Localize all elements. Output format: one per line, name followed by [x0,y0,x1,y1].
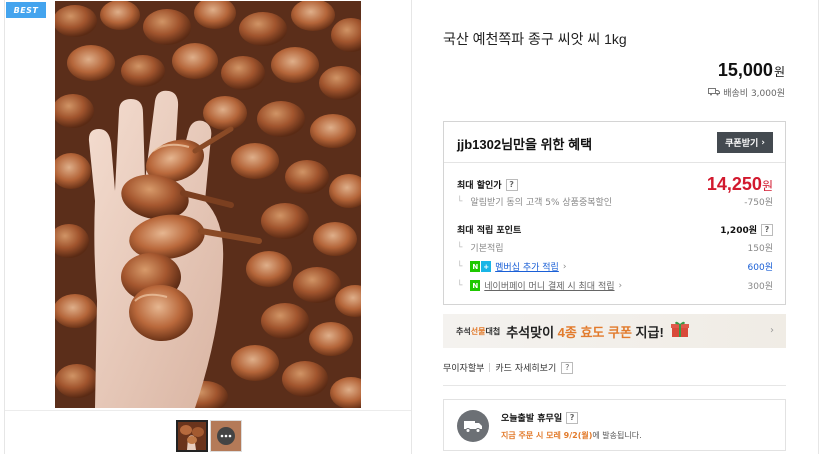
max-points-value: 1,200원 [720,226,757,236]
membership-points-row: └ N + 멤버십 추가 적립 › 600원 [457,260,773,273]
chevron-right-icon: › [770,325,774,336]
chevron-right-icon: › [761,137,765,148]
product-price: 15,000원 [718,60,785,81]
npay-link[interactable]: 네이버페이 머니 결제 시 최대 적립 [484,279,614,292]
naver-pay-icon: N [470,280,481,291]
thumbnail-shallot-photo[interactable] [176,420,208,452]
coupon-button-label: 쿠폰받기 [725,139,759,149]
product-info-panel: 국산 예천쪽파 종구 씨앗 씨 1kg 15,000원 배송비 3,000원 j… [413,0,819,454]
gift-box-icon [670,320,690,342]
best-badge: BEST [6,2,46,18]
indent-arrow-icon: └ [457,280,463,291]
max-points-row: 최대 적립 포인트 1,200원? [457,223,773,236]
payment-links: 무이자할부 카드 자세히보기 ? [443,361,574,374]
delivery-title: 오늘출발 휴무일 ? [501,411,579,424]
basic-points-row: └ 기본적립 150원 [457,241,773,255]
indent-arrow-icon: └ [457,242,463,253]
banner-tag: 추석선물대첩 [456,326,501,336]
max-discount-price: 14,250원 [706,174,773,194]
alarm-discount-label: 알림받기 동의 고객 5% 상품중복할인 [470,198,613,208]
product-title: 국산 예천쪽파 종구 씨앗 씨 1kg [443,31,627,47]
help-icon[interactable]: ? [566,411,579,424]
chevron-right-icon: › [562,261,567,272]
banner-message: 추석맞이 4종 효도 쿠폰 지급! [506,324,664,340]
basic-points-label: 기본적립 [470,244,504,254]
delivery-note-suffix: 에 발송됩니다. [592,431,642,440]
shipping-text: 배송비 3,000원 [723,89,785,99]
basic-points-value: 150원 [747,244,773,254]
benefit-box: jjb1302님만을 위한 혜택 쿠폰받기 › 최대 할인가? 14,250원 … [443,121,786,305]
price-value: 15,000 [717,60,773,80]
indent-arrow-icon: └ [457,261,463,272]
alarm-discount-value: -750원 [744,198,773,208]
interest-free-link[interactable]: 무이자할부 [443,361,484,374]
delivery-title-text: 오늘출발 휴무일 [501,414,563,424]
main-product-image[interactable] [55,1,361,408]
get-coupon-button[interactable]: 쿠폰받기 › [717,132,773,153]
max-discount-row: 최대 할인가? 14,250원 [457,174,773,195]
card-benefits-link[interactable]: 카드 자세히보기 [495,361,556,374]
max-discount-label: 최대 할인가 [457,181,502,191]
thumbnail-chat-bubble[interactable] [210,420,242,452]
indent-arrow-icon: └ [457,196,463,207]
links-divider [443,385,786,386]
shipping-fee: 배송비 3,000원 [708,86,785,99]
link-separator [489,363,491,372]
npay-points-row: └ N 네이버페이 머니 결제 시 최대 적립 › 300원 [457,279,773,292]
chevron-right-icon: › [618,280,623,291]
npay-points-value: 300원 [747,282,773,292]
chuseok-coupon-banner[interactable]: 추석선물대첩 추석맞이 4종 효도 쿠폰 지급! › [443,314,786,348]
product-gallery: BEST [4,0,412,454]
help-icon[interactable]: ? [761,223,773,236]
membership-points-value: 600원 [747,263,773,273]
membership-link[interactable]: 멤버십 추가 적립 [495,260,559,273]
benefit-divider [444,162,785,163]
max-points-label: 최대 적립 포인트 [457,226,522,236]
thumbnail-divider [5,410,411,411]
delivery-info-box: 오늘출발 휴무일 ? 지금 주문 시 모레 9/2(월)에 발송됩니다. [443,399,786,451]
alarm-discount-row: └ 알림받기 동의 고객 5% 상품중복할인 -750원 [457,195,773,209]
delivery-note: 지금 주문 시 모레 9/2(월)에 발송됩니다. [501,430,642,441]
help-icon[interactable]: ? [505,178,518,191]
benefit-title: jjb1302님만을 위한 혜택 [457,137,593,152]
truck-icon [708,87,721,99]
help-icon[interactable]: ? [561,361,574,374]
price-unit: 원 [773,65,785,79]
naver-plus-icon: N + [470,261,492,272]
delivery-truck-icon [457,410,489,442]
delivery-date: 지금 주문 시 모레 9/2(월) [501,431,593,440]
